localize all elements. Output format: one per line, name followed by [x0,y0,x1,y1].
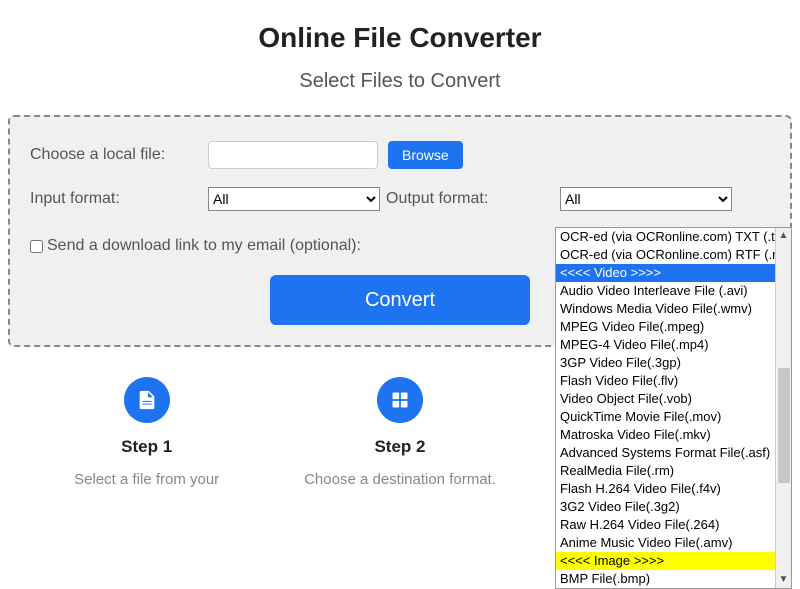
dropdown-option[interactable]: MPEG-4 Video File(.mp4) [556,336,775,354]
output-format-select[interactable]: All [560,187,732,211]
dropdown-option[interactable]: Advanced Systems Format File(.asf) [556,444,775,462]
step-2-desc: Choose a destination format. [285,471,515,488]
grid-icon [377,377,423,423]
format-row: Input format: All Output format: All [30,187,770,211]
dropdown-option[interactable]: Anime Music Video File(.amv) [556,534,775,552]
step-2-title: Step 2 [285,437,515,457]
dropdown-option[interactable]: Audio Video Interleave File (.avi) [556,282,775,300]
dropdown-scrollbar[interactable]: ▲ ▼ [775,228,791,588]
file-path-input[interactable] [208,141,378,169]
email-opt-label: Send a download link to my email (option… [47,237,361,255]
dropdown-option[interactable]: 3GP Video File(.3gp) [556,354,775,372]
input-format-select[interactable]: All [208,187,380,211]
dropdown-list: OCR-ed (via OCRonline.com) TXT (.txt)OCR… [556,228,775,588]
output-format-label: Output format: [386,190,488,208]
dropdown-option[interactable]: MPEG Video File(.mpeg) [556,318,775,336]
dropdown-option[interactable]: <<<< Video >>>> [556,264,775,282]
dropdown-option[interactable]: BMP File(.bmp) [556,570,775,588]
convert-button[interactable]: Convert [270,275,530,325]
dropdown-option[interactable]: <<<< Image >>>> [556,552,775,570]
dropdown-option[interactable]: Flash Video File(.flv) [556,372,775,390]
dropdown-option[interactable]: Matroska Video File(.mkv) [556,426,775,444]
dropdown-option[interactable]: QuickTime Movie File(.mov) [556,408,775,426]
choose-file-label: Choose a local file: [30,146,208,164]
page-title: Online File Converter [0,22,800,54]
dropdown-option[interactable]: OCR-ed (via OCRonline.com) RTF (.rtf) [556,246,775,264]
step-1-desc: Select a file from your [32,471,262,488]
dropdown-option[interactable]: 3G2 Video File(.3g2) [556,498,775,516]
dropdown-option[interactable]: Video Object File(.vob) [556,390,775,408]
browse-button[interactable]: Browse [388,141,463,169]
dropdown-option[interactable]: Raw H.264 Video File(.264) [556,516,775,534]
scroll-up-arrow[interactable]: ▲ [776,228,791,244]
scroll-thumb[interactable] [778,368,790,483]
dropdown-option[interactable]: RealMedia File(.rm) [556,462,775,480]
step-1: Step 1 Select a file from your [32,377,262,488]
scroll-down-arrow[interactable]: ▼ [776,572,791,588]
page-subtitle: Select Files to Convert [0,70,800,93]
input-format-label: Input format: [30,190,208,208]
dropdown-option[interactable]: Windows Media Video File(.wmv) [556,300,775,318]
email-opt-checkbox[interactable] [30,240,43,253]
dropdown-option[interactable]: Flash H.264 Video File(.f4v) [556,480,775,498]
choose-file-row: Choose a local file: Browse [30,141,770,169]
dropdown-option[interactable]: OCR-ed (via OCRonline.com) TXT (.txt) [556,228,775,246]
step-1-title: Step 1 [32,437,262,457]
step-2: Step 2 Choose a destination format. [285,377,515,488]
output-format-dropdown[interactable]: OCR-ed (via OCRonline.com) TXT (.txt)OCR… [555,227,792,589]
file-icon [124,377,170,423]
